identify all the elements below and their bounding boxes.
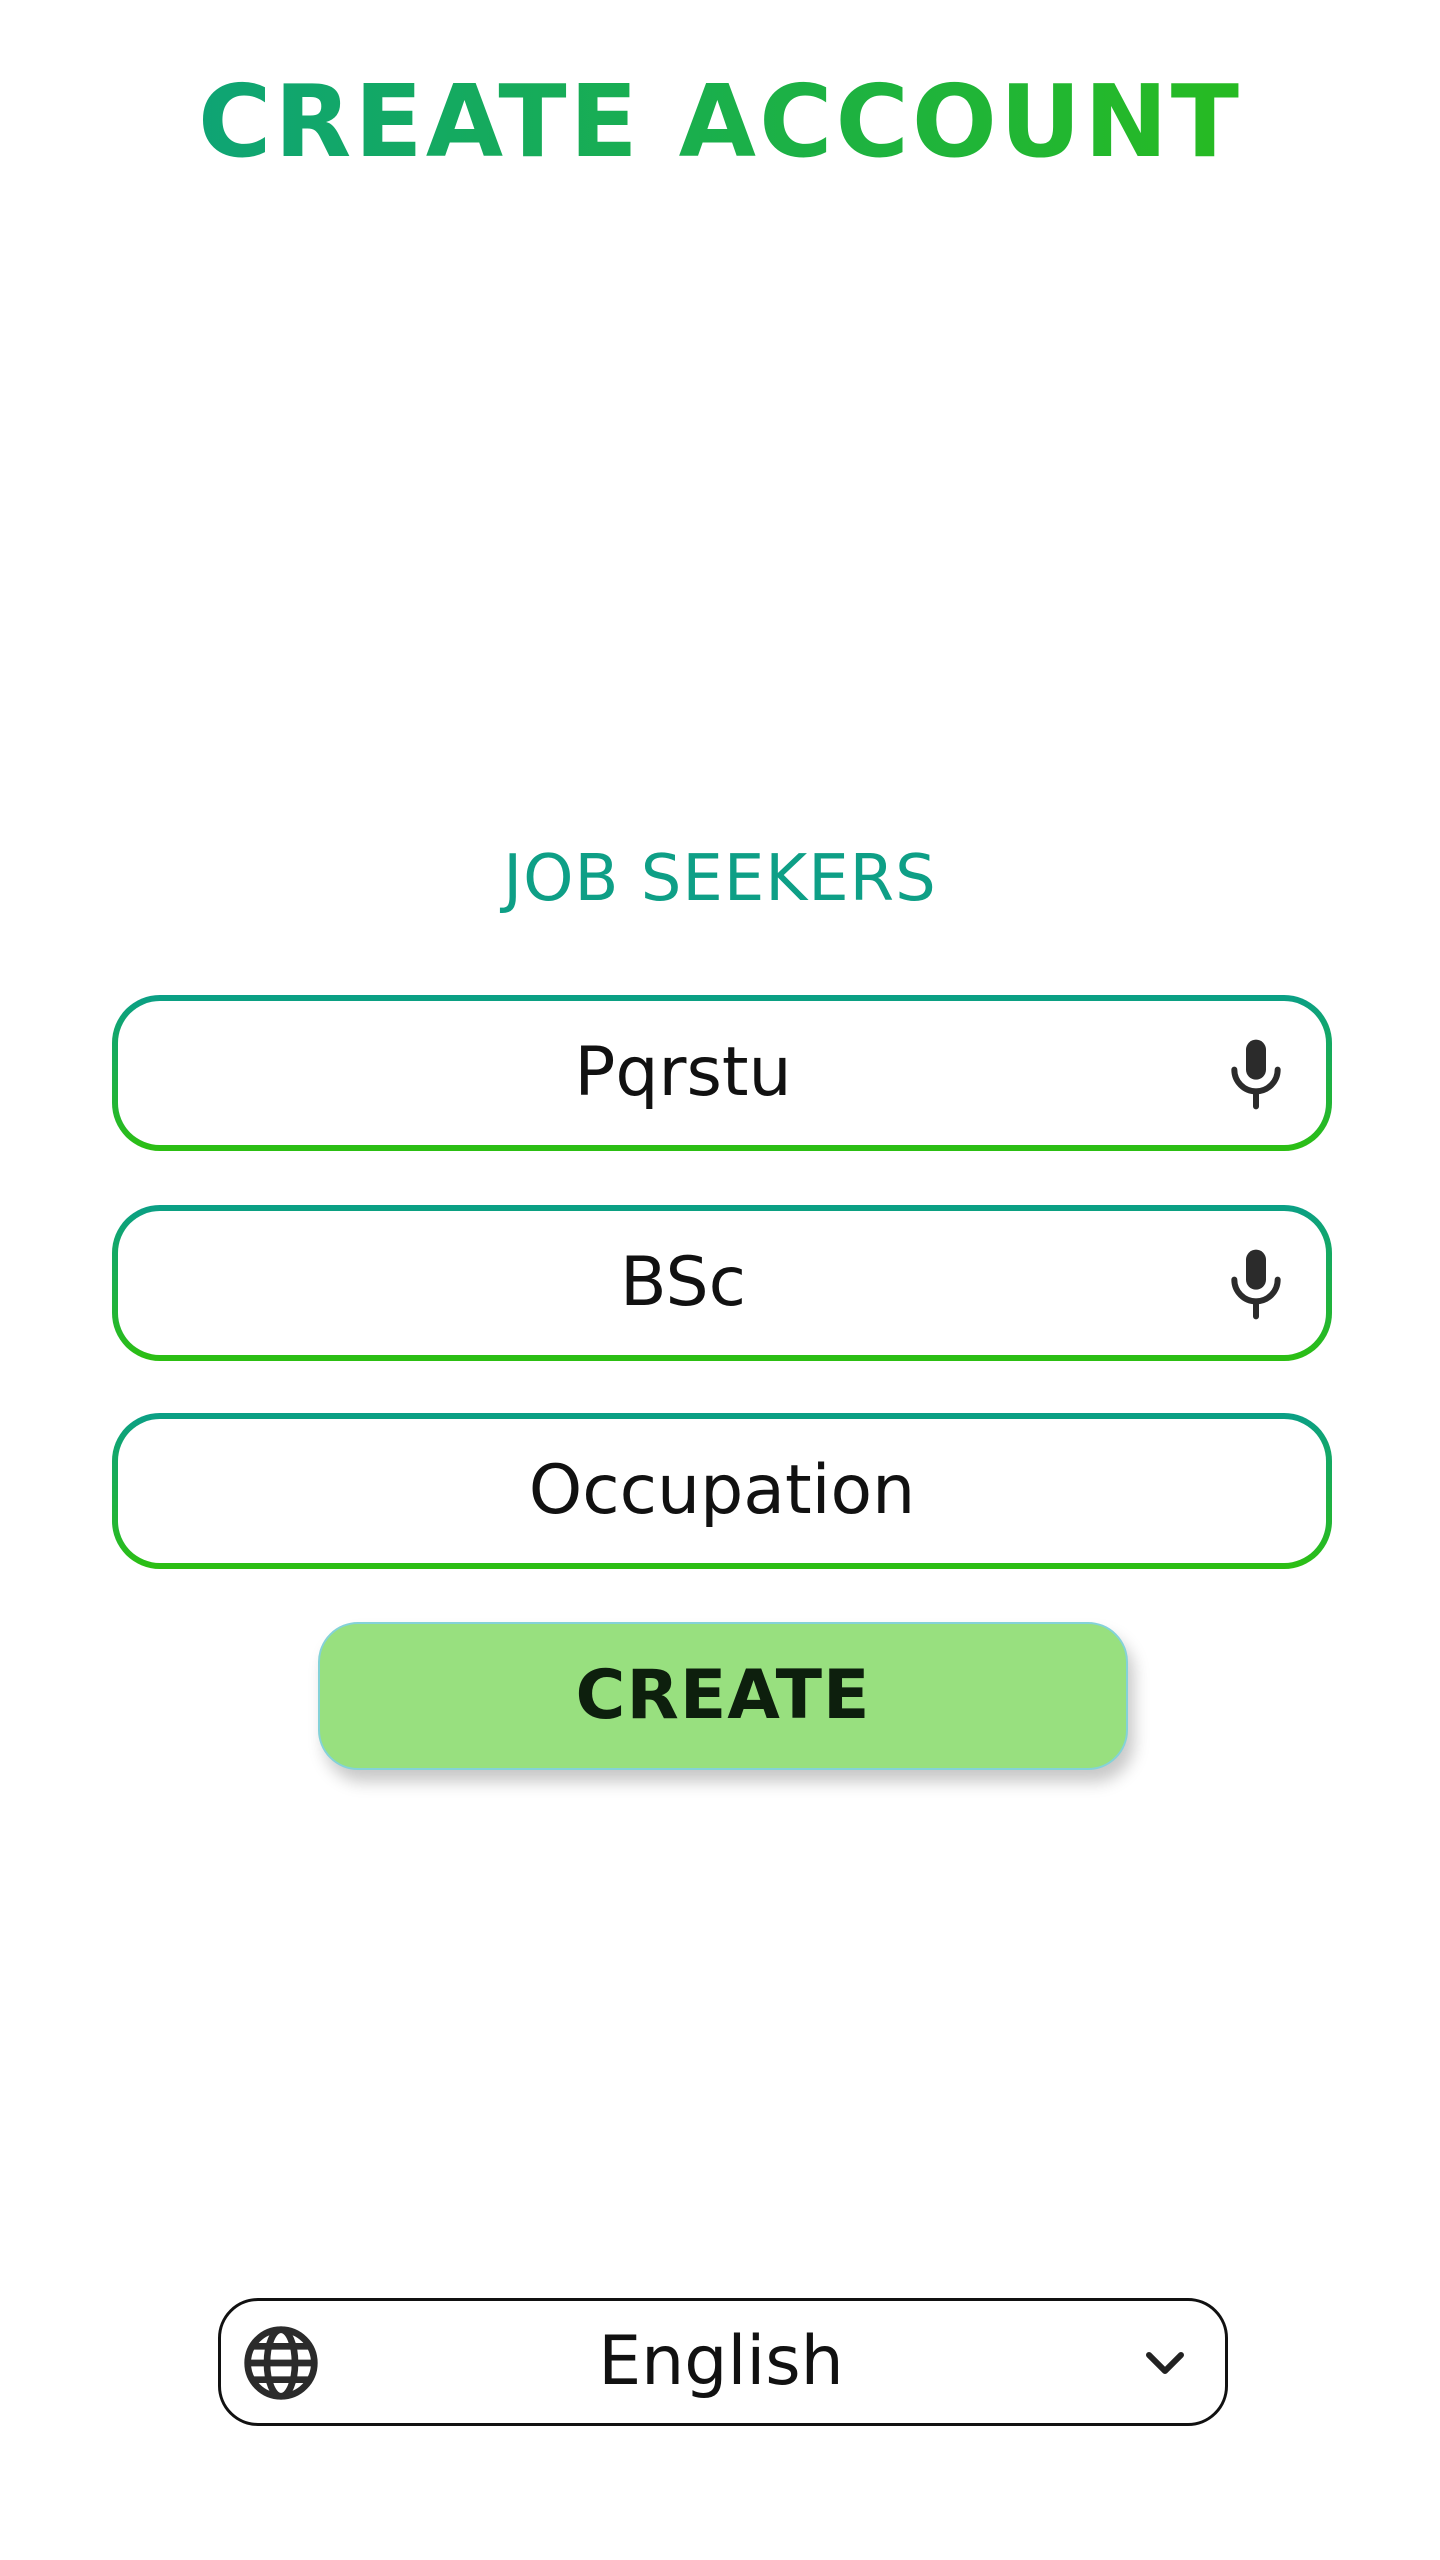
microphone-icon[interactable] xyxy=(1216,1243,1296,1323)
page-title: CREATE ACCOUNT xyxy=(0,52,1440,192)
section-label-job-seekers: JOB SEEKERS xyxy=(503,842,937,916)
language-selector[interactable]: English xyxy=(218,2298,1228,2426)
name-field-value[interactable]: Pqrstu xyxy=(118,1001,1248,1145)
language-selected-value[interactable]: English xyxy=(341,2301,1101,2423)
create-account-screen: CREATE ACCOUNT JOB SEEKERS Pqrstu BSc Oc… xyxy=(0,0,1440,2560)
occupation-field[interactable]: Occupation xyxy=(112,1413,1332,1569)
occupation-field-placeholder[interactable]: Occupation xyxy=(118,1419,1326,1563)
globe-icon xyxy=(244,2326,318,2400)
name-field[interactable]: Pqrstu xyxy=(112,995,1332,1151)
qualification-field[interactable]: BSc xyxy=(112,1205,1332,1361)
create-button[interactable]: CREATE xyxy=(318,1622,1128,1770)
microphone-icon[interactable] xyxy=(1216,1033,1296,1113)
qualification-field-value[interactable]: BSc xyxy=(118,1211,1248,1355)
chevron-down-icon[interactable] xyxy=(1141,2339,1189,2387)
